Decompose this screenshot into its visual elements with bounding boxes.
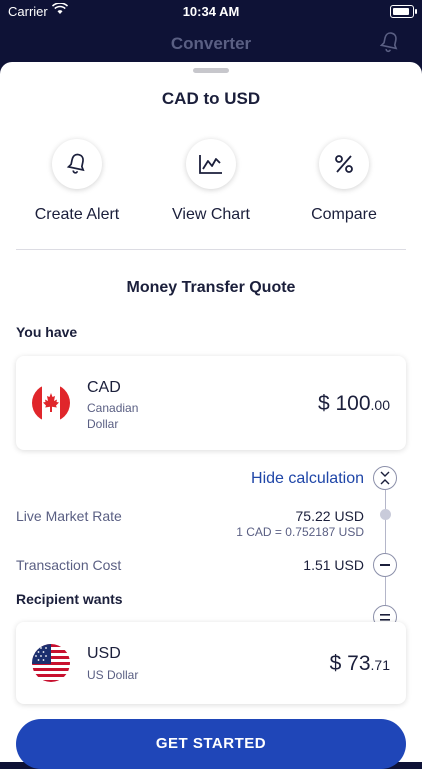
to-amount[interactable]: $ 73.71: [330, 652, 390, 676]
live-rate-value: 75.22 USD: [295, 508, 364, 524]
to-currency-code: USD: [87, 645, 121, 662]
from-currency-card[interactable]: CAD Canadian Dollar $ 100.00: [16, 356, 406, 450]
clock: 10:34 AM: [182, 4, 240, 19]
compare-label: Compare: [311, 206, 377, 223]
quote-title: Money Transfer Quote: [126, 279, 296, 296]
sheet-grabber[interactable]: [193, 68, 229, 73]
from-currency-name: Canadian Dollar: [87, 401, 139, 431]
bell-icon: [52, 139, 102, 189]
minus-icon: [373, 553, 397, 577]
divider: [16, 249, 406, 250]
compare-button[interactable]: Compare: [277, 139, 411, 224]
hide-calculation-link[interactable]: Hide calculation: [251, 470, 364, 488]
create-alert-button[interactable]: Create Alert: [10, 139, 144, 224]
from-currency-code: CAD: [87, 379, 121, 396]
to-currency-name: US Dollar: [87, 668, 139, 682]
transaction-cost-value: 1.51 USD: [303, 557, 364, 573]
usa-flag-icon: [32, 644, 70, 682]
rate-dot-icon: [380, 509, 391, 520]
to-currency-card[interactable]: USD US Dollar $ 73.71: [16, 622, 406, 704]
battery-icon: [390, 5, 417, 18]
nav-title: Converter: [170, 34, 252, 53]
from-amount[interactable]: $ 100.00: [318, 392, 390, 416]
quote-sheet: CAD to USD Create Alert View Chart Compa…: [0, 62, 422, 769]
chart-icon: [186, 139, 236, 189]
canada-flag-icon: [32, 384, 70, 422]
transaction-cost-label: Transaction Cost: [16, 557, 122, 573]
create-alert-label: Create Alert: [34, 206, 120, 223]
view-chart-label: View Chart: [172, 206, 250, 223]
live-rate-sub: 1 CAD = 0.752187 USD: [236, 525, 364, 539]
recipient-wants-label: Recipient wants: [16, 591, 123, 607]
bell-icon[interactable]: [379, 31, 400, 58]
percent-icon: [319, 139, 369, 189]
sheet-title: CAD to USD: [161, 89, 261, 108]
live-rate-label: Live Market Rate: [16, 508, 122, 524]
view-chart-button[interactable]: View Chart: [144, 139, 278, 224]
get-started-button[interactable]: GET STARTED: [16, 719, 406, 769]
you-have-label: You have: [16, 324, 78, 340]
nav-bar: Converter: [0, 22, 422, 62]
collapse-calculation-icon[interactable]: [373, 466, 397, 490]
status-bar: Carrier 10:34 AM: [0, 0, 422, 22]
